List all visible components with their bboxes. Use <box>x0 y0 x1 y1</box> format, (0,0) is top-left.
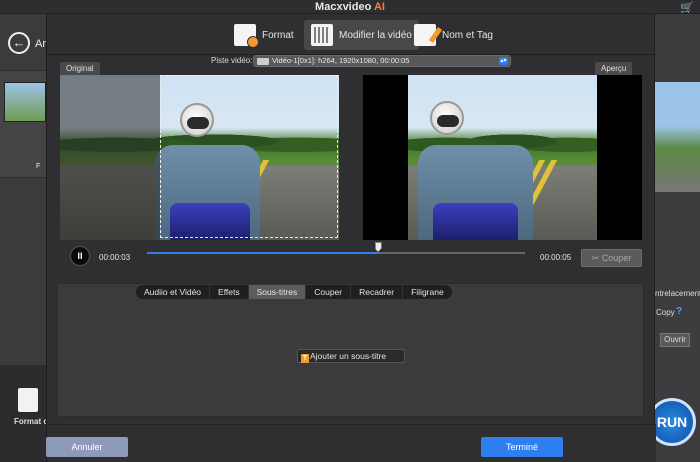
cut-button-label: Couper <box>601 253 632 263</box>
video-track-select[interactable]: Vidéo-1[0x1]: h264, 1920x1080, 00:00:05 … <box>253 55 511 67</box>
edit-subtabs: Audiio et Vidéo Effets Sous-titres Coupe… <box>136 285 452 299</box>
dialog-tabs: Format Modifier la vidéo Nom et Tag <box>47 14 656 54</box>
back-arrow-icon[interactable]: ← <box>8 32 30 54</box>
format-doc-icon <box>234 24 259 48</box>
background-bottom-bar <box>0 365 46 462</box>
subtab-crop[interactable]: Recadrer <box>351 285 404 299</box>
timeline-progress-fill <box>147 252 378 254</box>
add-subtitle-button[interactable]: T Ajouter un sous-titre <box>297 349 405 363</box>
tab-edit-video[interactable]: Modifier la vidéo <box>304 20 419 50</box>
video-track-value: Vidéo-1[0x1]: h264, 1920x1080, 00:00:05 <box>272 56 410 65</box>
subtab-watermark[interactable]: Filigrane <box>403 285 452 299</box>
preview-video-frame <box>408 75 597 240</box>
background-right-thumbnail <box>655 82 700 192</box>
back-label: Ar <box>35 38 46 50</box>
background-thumbnail[interactable] <box>4 82 46 122</box>
format-doc-icon[interactable] <box>18 388 38 412</box>
subtab-cut[interactable]: Couper <box>306 285 352 299</box>
tag-pen-icon <box>414 24 436 46</box>
film-edit-icon <box>311 24 333 46</box>
film-icon <box>257 58 269 65</box>
copy-label: Copy <box>656 308 675 317</box>
cart-icon[interactable]: 🛒 <box>680 1 694 14</box>
pause-button[interactable]: II <box>70 246 90 266</box>
crop-selection-box[interactable] <box>160 75 338 238</box>
scissors-icon: ✂ <box>591 253 600 263</box>
app-title: Macxvideo AI <box>0 1 700 13</box>
subtab-audio-video[interactable]: Audiio et Vidéo <box>136 285 211 299</box>
app-window: Macxvideo AI 🛒 ← Ar F Format c ntrelacem… <box>0 0 700 462</box>
subtab-subtitles[interactable]: Sous-titres <box>248 285 307 299</box>
tab-name-tag[interactable]: Nom et Tag <box>407 20 500 50</box>
open-button[interactable]: Ouvrir <box>660 333 690 347</box>
deinterlace-label: ntrelacement <box>655 289 700 298</box>
preview-video-pane <box>363 75 642 240</box>
app-title-main: Macxvideo <box>315 1 372 13</box>
cut-button[interactable]: ✂ Couper <box>581 249 642 267</box>
tab-format-label: Format <box>262 29 294 41</box>
subtab-effects[interactable]: Effets <box>210 285 249 299</box>
end-time: 00:00:05 <box>540 253 572 262</box>
video-track-label: Piste vidéo: <box>211 56 253 65</box>
edit-video-dialog: Format Modifier la vidéo Nom et Tag Orig… <box>46 14 656 462</box>
crop-dim-overlay <box>60 75 160 240</box>
help-icon[interactable]: ? <box>676 306 682 317</box>
title-bar: Macxvideo AI 🛒 <box>0 0 700 14</box>
current-time: 00:00:03 <box>99 253 131 262</box>
original-video-pane[interactable] <box>60 75 339 240</box>
app-title-ai: AI <box>373 1 385 13</box>
original-label: Original <box>60 62 100 75</box>
format-label: Format c <box>14 417 48 426</box>
select-arrows-icon: ▴▾ <box>499 57 508 65</box>
background-row-label: F <box>36 163 41 170</box>
add-subtitle-label: Ajouter un sous-titre <box>310 351 387 361</box>
dialog-footer <box>47 424 656 462</box>
preview-label: Aperçu <box>595 62 633 75</box>
tab-format[interactable]: Format <box>227 20 301 50</box>
done-button[interactable]: Terminé <box>481 437 563 457</box>
timeline-slider[interactable] <box>147 252 525 254</box>
cancel-button[interactable]: Annuler <box>46 437 128 457</box>
text-icon: T <box>301 354 309 363</box>
timeline-playhead[interactable] <box>374 242 382 252</box>
tab-name-tag-label: Nom et Tag <box>442 29 493 41</box>
tab-edit-video-label: Modifier la vidéo <box>339 29 412 41</box>
